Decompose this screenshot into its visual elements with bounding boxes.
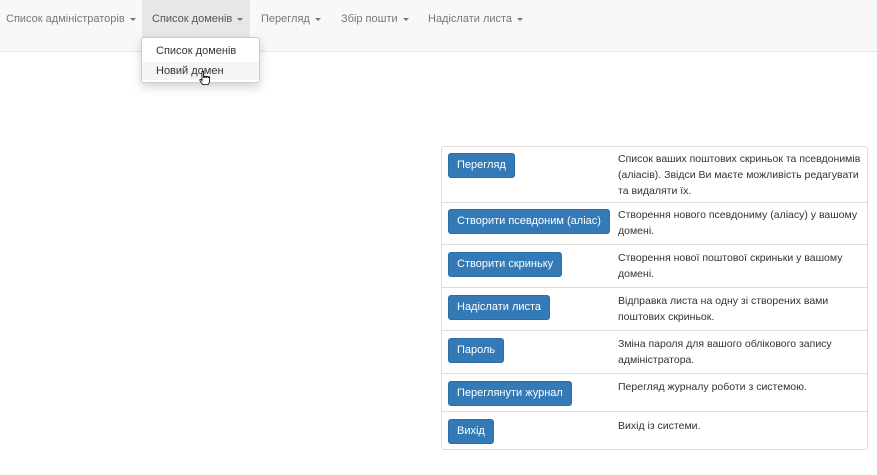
action-row: Пароль Зміна пароля для вашого обліковог… — [442, 330, 867, 373]
send-mail-button[interactable]: Надіслати листа — [448, 295, 551, 320]
action-description: Створення нової поштової скриньки у вашо… — [618, 252, 843, 280]
action-row: Створити скриньку Створення нової поштов… — [442, 244, 867, 287]
logout-button[interactable]: Вихід — [448, 419, 494, 444]
nav-menu-admins-label: Список адміністраторів — [6, 13, 125, 25]
nav-menu-send-mail-label: Надіслати листа — [428, 13, 513, 25]
caret-down-icon — [237, 17, 244, 21]
password-button[interactable]: Пароль — [448, 338, 505, 363]
action-row: Створити псевдоним (аліас) Створення нов… — [442, 202, 867, 244]
caret-down-icon — [402, 17, 409, 21]
create-alias-button[interactable]: Створити псевдоним (аліас) — [448, 209, 610, 234]
action-description: Вихід із системи. — [618, 420, 701, 432]
action-description: Створення нового псевдониму (аліасу) у в… — [618, 209, 858, 237]
nav-menu-domains-label: Список доменів — [152, 13, 233, 25]
dropdown-item-domain-list[interactable]: Список доменів — [142, 42, 259, 60]
action-description: Зміна пароля для вашого облікового запис… — [618, 338, 832, 366]
action-row: Переглянути журнал Перегляд журналу робо… — [442, 373, 867, 411]
action-row: Надіслати листа Відправка листа на одну … — [442, 287, 867, 330]
action-description: Список ваших поштових скриньок та псевдо… — [618, 153, 861, 197]
nav-menu-admins[interactable]: Список адміністраторів — [0, 0, 142, 38]
hand-pointer-icon — [199, 71, 210, 85]
nav-menu-overview-label: Перегляд — [261, 13, 310, 25]
nav-menu-domains[interactable]: Список доменів — [142, 0, 250, 38]
nav-menu-fetchmail[interactable]: Збір пошти — [341, 0, 409, 38]
overview-button[interactable]: Перегляд — [448, 153, 515, 178]
nav-menu-overview[interactable]: Перегляд — [261, 0, 321, 38]
action-description: Відправка листа на одну зі створених вам… — [618, 295, 829, 323]
caret-down-icon — [517, 17, 524, 21]
caret-down-icon — [129, 17, 136, 21]
top-navbar: Список адміністраторів Список доменів Пе… — [0, 0, 877, 52]
action-description: Перегляд журналу роботи з системою. — [618, 381, 807, 393]
view-log-button[interactable]: Переглянути журнал — [448, 381, 572, 406]
create-mailbox-button[interactable]: Створити скриньку — [448, 252, 563, 277]
caret-down-icon — [314, 17, 321, 21]
actions-panel: Перегляд Список ваших поштових скриньок … — [441, 146, 868, 450]
action-row: Вихід Вихід із системи. — [442, 411, 867, 449]
nav-menu-send-mail[interactable]: Надіслати листа — [428, 0, 524, 38]
nav-menu-fetchmail-label: Збір пошти — [341, 13, 398, 25]
action-row: Перегляд Список ваших поштових скриньок … — [442, 147, 867, 202]
